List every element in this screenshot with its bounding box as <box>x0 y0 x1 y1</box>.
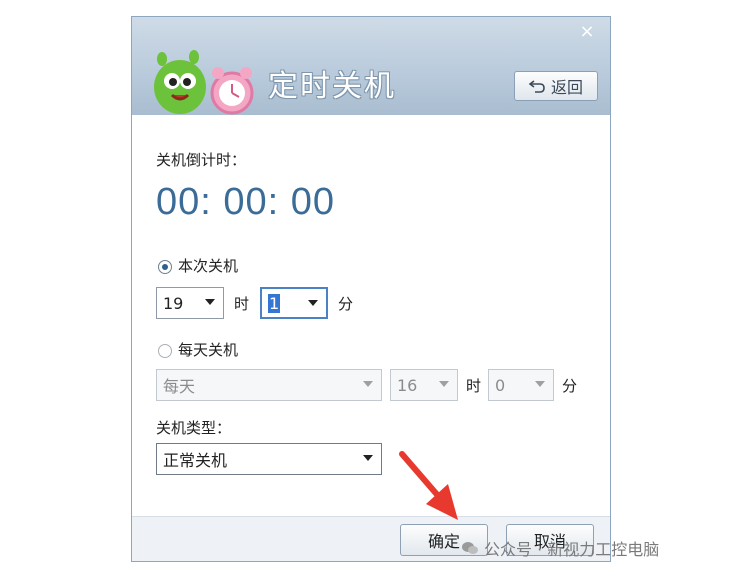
shutdown-type-value: 正常关机 <box>163 451 228 470</box>
return-arrow-icon <box>528 80 545 93</box>
shutdown-type-label: 关机类型： <box>156 419 232 437</box>
daily-minute-unit: 分 <box>562 377 578 395</box>
close-button[interactable]: × <box>572 21 602 43</box>
watermark: 公众号 · 新视力工控电脑 <box>462 536 659 560</box>
chevron-down-icon <box>363 455 373 461</box>
chevron-down-icon <box>205 299 215 305</box>
back-button[interactable]: 返回 <box>514 71 598 101</box>
dialog-header: × 定时关机 返回 <box>132 17 610 115</box>
shutdown-type-select[interactable]: 正常关机 <box>156 443 382 475</box>
red-pointer-arrow-icon <box>399 451 458 520</box>
mascot-alarm-clock-icon <box>154 50 254 115</box>
once-hour-unit: 时 <box>234 295 250 313</box>
chevron-down-icon <box>439 381 449 387</box>
daily-minute-value: 0 <box>495 375 506 395</box>
back-button-label: 返回 <box>550 78 583 97</box>
daily-hour-value: 16 <box>397 375 418 395</box>
dialog-content: 关机倒计时： 00: 00: 00 本次关机 19 时 1 分 每天关机 每天 … <box>132 115 610 517</box>
chevron-down-icon <box>363 381 373 387</box>
daily-shutdown-label: 每天关机 <box>178 341 239 359</box>
daily-shutdown-radio[interactable] <box>158 344 172 358</box>
once-minute-value: 1 <box>268 293 281 313</box>
chevron-down-icon <box>535 381 545 387</box>
countdown-timer: 00: 00: 00 <box>156 181 336 223</box>
dialog-title: 定时关机 <box>268 69 396 104</box>
shutdown-dialog: × 定时关机 返回 关机倒计时： 00: 00: 00 本次关机 19 时 1 … <box>131 16 611 562</box>
daily-day-value: 每天 <box>163 377 196 396</box>
once-shutdown-label: 本次关机 <box>178 257 239 275</box>
watermark-text: 公众号 · 新视力工控电脑 <box>484 540 660 559</box>
daily-hour-select[interactable]: 16 <box>390 369 458 401</box>
once-hour-value: 19 <box>163 293 184 313</box>
wechat-icon <box>462 542 478 554</box>
daily-day-select[interactable]: 每天 <box>156 369 382 401</box>
once-shutdown-radio[interactable] <box>158 260 172 274</box>
once-minute-unit: 分 <box>338 295 354 313</box>
daily-hour-unit: 时 <box>466 377 482 395</box>
once-hour-select[interactable]: 19 <box>156 287 224 319</box>
countdown-label: 关机倒计时： <box>156 151 247 169</box>
daily-minute-select[interactable]: 0 <box>488 369 554 401</box>
chevron-down-icon <box>308 300 318 306</box>
once-minute-select[interactable]: 1 <box>260 287 328 319</box>
